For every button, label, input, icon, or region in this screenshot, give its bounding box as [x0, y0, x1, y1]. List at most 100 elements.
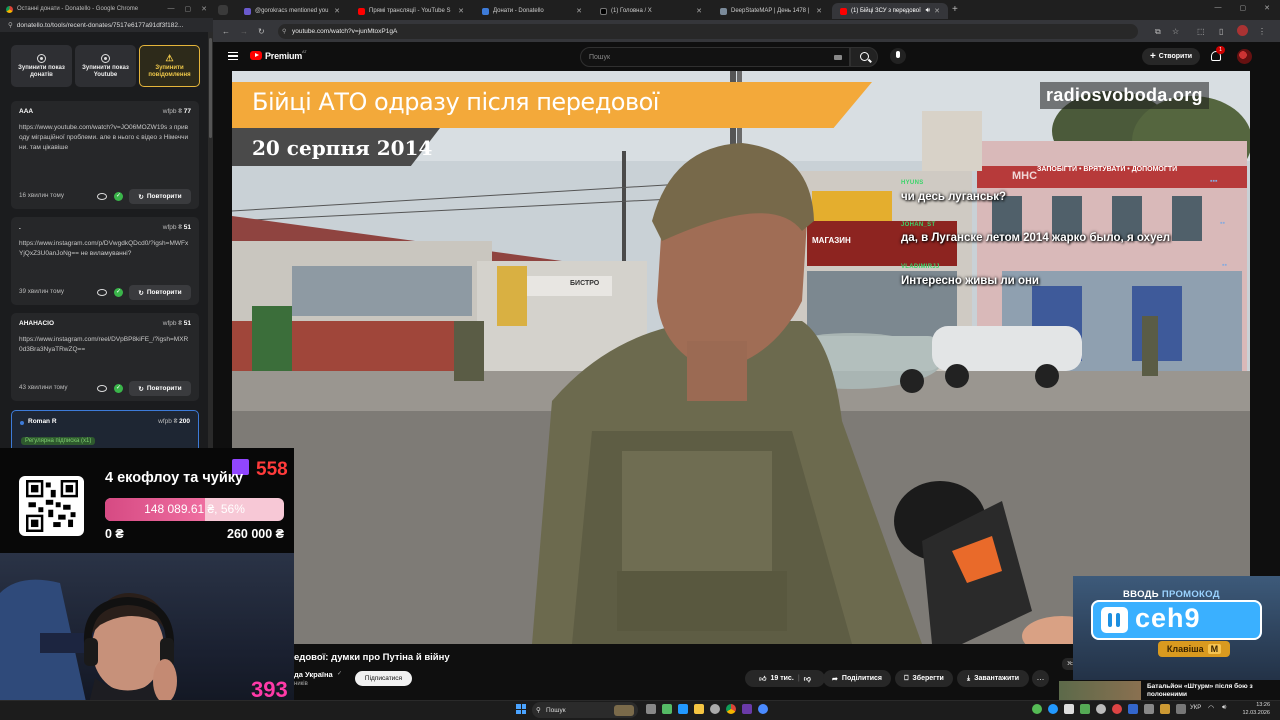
- edge-icon[interactable]: [678, 704, 688, 714]
- tab-close-icon[interactable]: ✕: [458, 7, 464, 15]
- file-explorer-icon[interactable]: [694, 704, 704, 714]
- chrome-icon[interactable]: [726, 704, 736, 714]
- eye-icon[interactable]: [97, 289, 107, 296]
- tab-donatello[interactable]: Донати - Donatello ✕: [474, 3, 590, 19]
- keyboard-icon[interactable]: [834, 55, 842, 60]
- check-icon[interactable]: ✓: [114, 192, 123, 201]
- tab-search-icon[interactable]: [218, 5, 228, 15]
- taskbar-clock[interactable]: 13:26 12.03.2026: [1240, 701, 1270, 717]
- tray-icon[interactable]: [1160, 704, 1170, 714]
- donation-currency: wfpb: [162, 108, 177, 115]
- search-button[interactable]: [850, 47, 878, 67]
- repeat-button[interactable]: ↻ Повторити: [129, 189, 191, 204]
- tray-icon[interactable]: [1048, 704, 1058, 714]
- channel-name[interactable]: да Україна: [294, 670, 333, 679]
- tray-icon[interactable]: [1144, 704, 1154, 714]
- task-view-icon[interactable]: [646, 704, 656, 714]
- install-icon[interactable]: ⧉: [1155, 27, 1161, 37]
- settings-icon[interactable]: [710, 704, 720, 714]
- dislike-button[interactable]: 👎︎: [804, 674, 811, 683]
- chat-message: Интересно живы ли они: [901, 275, 1039, 287]
- chat-badge-icon: ▪▪: [1220, 220, 1225, 227]
- tab-youtube-live[interactable]: Прямі трансляції - YouTube S ✕: [350, 3, 472, 19]
- tab-close-icon[interactable]: ✕: [816, 7, 822, 15]
- youtube-logo-text[interactable]: Premium: [265, 51, 302, 61]
- check-icon[interactable]: ✓: [114, 288, 123, 297]
- bookmark-star-icon[interactable]: ☆: [1172, 27, 1179, 36]
- sidebar-icon[interactable]: ▯: [1219, 27, 1223, 36]
- tab-youtube-video[interactable]: (1) Бійці ЗСУ з передової 🔊︎ ✕: [832, 3, 948, 19]
- pause-brand-icon: [1101, 607, 1128, 633]
- tab-close-icon[interactable]: ✕: [696, 7, 702, 15]
- tab-close-icon[interactable]: ✕: [934, 7, 940, 15]
- stop-youtube-button[interactable]: Зупинити показ Youtube: [75, 45, 136, 87]
- tray-icon[interactable]: [1128, 704, 1138, 714]
- youtube-search-input[interactable]: Пошук: [580, 47, 850, 67]
- like-button[interactable]: 👍︎ 19 тис.: [759, 674, 794, 683]
- forward-icon[interactable]: →: [240, 27, 248, 36]
- volume-icon[interactable]: 🔊︎: [1222, 704, 1226, 712]
- tab-close-icon[interactable]: ✕: [334, 7, 340, 15]
- create-button[interactable]: + Створити: [1142, 48, 1200, 65]
- download-button[interactable]: ⤓ Завантажити: [957, 670, 1029, 687]
- taskbar-app-icon[interactable]: [662, 704, 672, 714]
- tab-close-icon[interactable]: ✕: [576, 7, 582, 15]
- taskbar-app-icon[interactable]: [742, 704, 752, 714]
- tray-icon[interactable]: [1096, 704, 1106, 714]
- tab-mentions[interactable]: @gorokracs mentioned you ✕: [236, 3, 348, 19]
- keyboard-language[interactable]: УКР: [1190, 705, 1201, 711]
- donatello-url[interactable]: donatello.to/tools/recent-donates/7517e6…: [17, 22, 184, 29]
- like-count: 19 тис.: [770, 675, 794, 682]
- taskbar-app-icon[interactable]: [758, 704, 768, 714]
- repeat-button[interactable]: ↻ Повторити: [129, 285, 191, 300]
- next-video-title[interactable]: Батальйон «Штурм» після бою з полоненими: [1147, 683, 1277, 699]
- tray-icon[interactable]: [1080, 704, 1090, 714]
- microphone-icon[interactable]: [890, 48, 906, 64]
- youtube-logo-icon[interactable]: [250, 51, 262, 60]
- close-icon[interactable]: ✕: [1264, 4, 1270, 12]
- windows-start-icon[interactable]: [516, 704, 526, 714]
- extensions-icon[interactable]: ⬚: [1197, 27, 1205, 36]
- check-icon[interactable]: ✓: [114, 384, 123, 393]
- donatello-url-bar[interactable]: ⚲ donatello.to/tools/recent-donates/7517…: [0, 18, 213, 32]
- clock-time: 13:26: [1256, 702, 1270, 708]
- save-button[interactable]: ⎕ Зберегти: [895, 670, 953, 687]
- tray-icon[interactable]: [1032, 704, 1042, 714]
- stop-messages-button[interactable]: ⚠ Зупинити повідомлення: [139, 45, 200, 87]
- minimize-icon[interactable]: —: [1215, 4, 1222, 12]
- tab-deepstate[interactable]: DeepStateMAP | День 1478 | ✕: [712, 3, 830, 19]
- scrollbar-thumb[interactable]: [209, 38, 212, 138]
- taskbar-search[interactable]: ⚲ Пошук: [532, 702, 638, 718]
- tab-x[interactable]: (1) Головна / X ✕: [592, 3, 710, 19]
- profile-avatar[interactable]: [1237, 25, 1248, 36]
- maximize-icon[interactable]: ▢: [185, 5, 192, 13]
- account-avatar[interactable]: [1237, 49, 1252, 64]
- repeat-icon: ↻: [138, 289, 144, 297]
- site-info-icon[interactable]: ⚲: [8, 21, 13, 29]
- subscribe-button[interactable]: Підписатися: [355, 671, 412, 686]
- eye-icon[interactable]: [97, 385, 107, 392]
- audio-icon[interactable]: 🔊︎: [926, 7, 930, 15]
- tray-icon[interactable]: [1112, 704, 1122, 714]
- maximize-icon[interactable]: ▢: [1240, 4, 1247, 12]
- address-url[interactable]: youtube.com/watch?v=junMtoxP1gA: [292, 28, 397, 35]
- address-bar[interactable]: ⚲ youtube.com/watch?v=junMtoxP1gA: [278, 24, 1138, 39]
- hamburger-menu-icon[interactable]: [228, 52, 238, 60]
- repeat-button[interactable]: ↻ Повторити: [129, 381, 191, 396]
- stop-donations-button[interactable]: Зупинити показ донатів: [11, 45, 72, 87]
- site-info-icon[interactable]: ⚲: [282, 28, 286, 35]
- reload-icon[interactable]: ↻: [258, 27, 265, 36]
- eye-icon[interactable]: [97, 193, 107, 200]
- close-icon[interactable]: ✕: [201, 5, 207, 13]
- save-label: Зберегти: [912, 675, 944, 682]
- next-video-thumbnail[interactable]: [1059, 681, 1141, 700]
- wifi-icon[interactable]: ◠: [1208, 704, 1214, 712]
- share-button[interactable]: ➦ Поділитися: [823, 670, 891, 687]
- new-tab-icon[interactable]: +: [952, 4, 958, 15]
- more-actions-icon[interactable]: …: [1032, 670, 1049, 687]
- back-icon[interactable]: ←: [222, 27, 230, 36]
- minimize-icon[interactable]: —: [168, 5, 175, 13]
- chevron-up-icon[interactable]: [1176, 704, 1186, 714]
- tray-icon[interactable]: [1064, 704, 1074, 714]
- menu-dots-icon[interactable]: ⋮: [1258, 27, 1266, 36]
